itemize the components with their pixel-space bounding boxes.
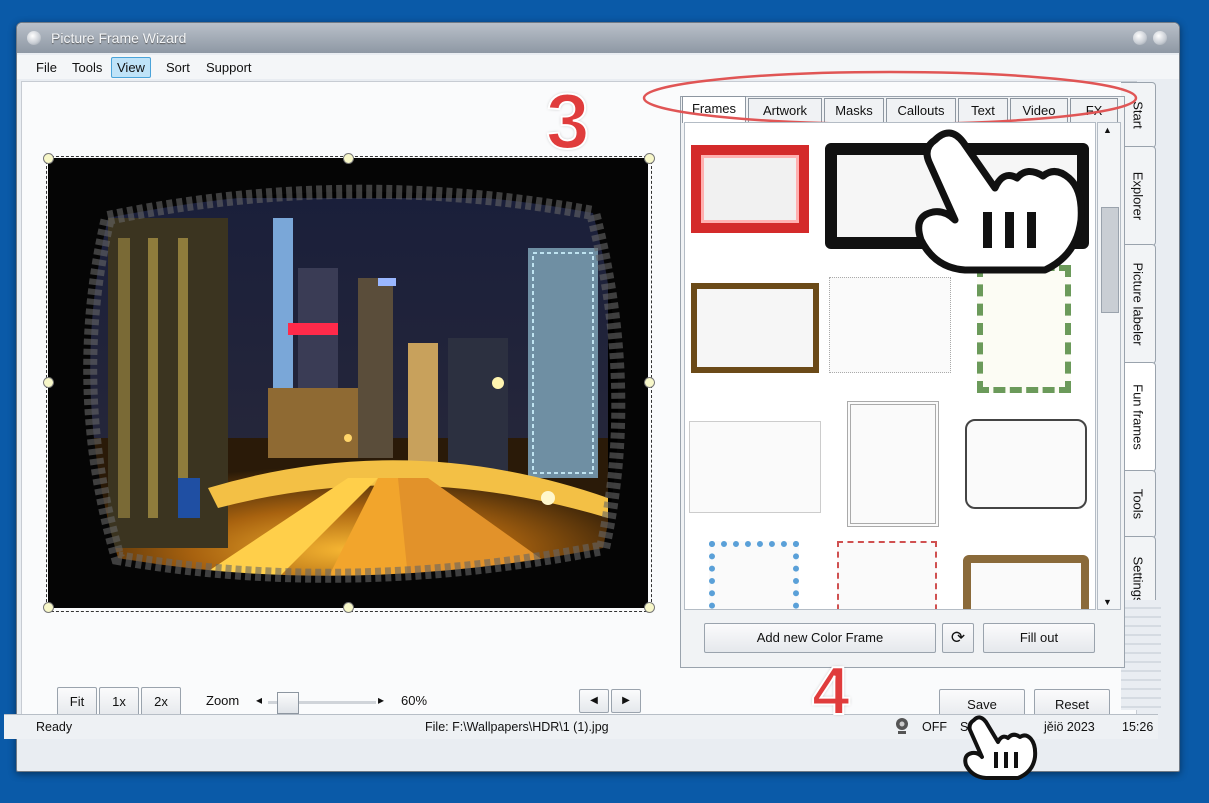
frame-thumbnail[interactable] [959,533,1091,609]
menu-file[interactable]: File [31,58,62,77]
frame-thumbnail[interactable] [687,263,819,391]
step-4-annotation: 4 [811,652,851,730]
framed-photo[interactable] [48,158,648,608]
status-toggle[interactable]: OFF [922,720,947,734]
frame-thumbnail[interactable] [823,263,955,391]
fit-button[interactable]: Fit [57,687,97,717]
minimize-button[interactable] [1133,31,1147,45]
resize-handle[interactable] [644,377,655,388]
scroll-thumb[interactable] [1101,207,1119,313]
status-file-path: File: F:\Wallpapers\HDR\1 (1).jpg [425,720,609,734]
status-ready: Ready [36,720,73,734]
resize-handle[interactable] [43,153,54,164]
resize-handle[interactable] [644,153,655,164]
add-color-frame-button[interactable]: Add new Color Frame [704,623,936,653]
window-icon [27,31,41,45]
side-tab-tools[interactable]: Tools [1121,470,1156,538]
step-3-annotation: 3 [545,76,590,166]
status-date: jěiö 2023 [1044,720,1095,734]
resize-handle[interactable] [43,602,54,613]
side-tab-label: Explorer [1130,171,1146,221]
refresh-icon[interactable]: ⟳ [942,623,974,653]
frame-thumbnail[interactable] [959,263,1091,393]
side-tab-label: Fun frames [1130,384,1146,450]
thumbnails-scrollbar[interactable]: ▲ ▼ [1097,122,1121,610]
zoom-2x-button[interactable]: 2x [141,687,181,717]
frame-thumbnail[interactable] [823,533,955,609]
close-button[interactable] [1153,31,1167,45]
frame-thumbnail[interactable] [959,399,1091,527]
menu-sort[interactable]: Sort [161,58,195,77]
frame-thumbnail[interactable] [687,533,819,609]
frame-thumbnail[interactable] [687,399,821,527]
fill-out-button[interactable]: Fill out [983,623,1095,653]
previous-button[interactable]: ◀ [579,689,609,713]
zoom-value: 60% [401,693,428,708]
side-tab-picture-labeler[interactable]: Picture labeler [1121,244,1156,364]
zoom-increase-arrow[interactable]: ▸ [378,693,384,707]
status-time: 15:26 [1122,720,1154,734]
webcam-icon[interactable] [894,717,910,735]
side-tab-label: Settings [1130,556,1146,604]
highlight-ellipse [642,70,1138,126]
title-bar: Picture Frame Wizard [17,23,1179,53]
frame-thumbnail[interactable] [687,141,819,269]
next-button[interactable]: ▶ [611,689,641,713]
menu-tools[interactable]: Tools [67,58,107,77]
scroll-up-icon[interactable]: ▲ [1103,125,1112,135]
zoom-slider-thumb[interactable] [276,692,299,714]
zoom-1x-button[interactable]: 1x [99,687,139,717]
menu-view[interactable]: View [111,57,151,78]
resize-handle[interactable] [343,602,354,613]
side-tab-filler [1121,600,1161,710]
resize-handle[interactable] [343,153,354,164]
window-title: Picture Frame Wizard [51,30,187,46]
resize-handle[interactable] [644,602,655,613]
resize-handle[interactable] [43,377,54,388]
pointing-hand-icon [963,715,1038,780]
scroll-down-icon[interactable]: ▼ [1103,597,1112,607]
frame-thumbnail[interactable] [823,399,955,527]
pointing-hand-icon [915,129,1085,274]
menu-support[interactable]: Support [201,58,257,77]
side-tab-label: Picture labeler [1130,262,1146,346]
side-tab-explorer[interactable]: Explorer [1121,146,1156,246]
zoom-label: Zoom [206,693,240,708]
city-night-image [48,158,648,608]
zoom-decrease-arrow[interactable]: ◂ [256,693,262,707]
side-tab-label: Tools [1130,488,1146,520]
side-tab-fun-frames[interactable]: Fun frames [1121,362,1156,472]
